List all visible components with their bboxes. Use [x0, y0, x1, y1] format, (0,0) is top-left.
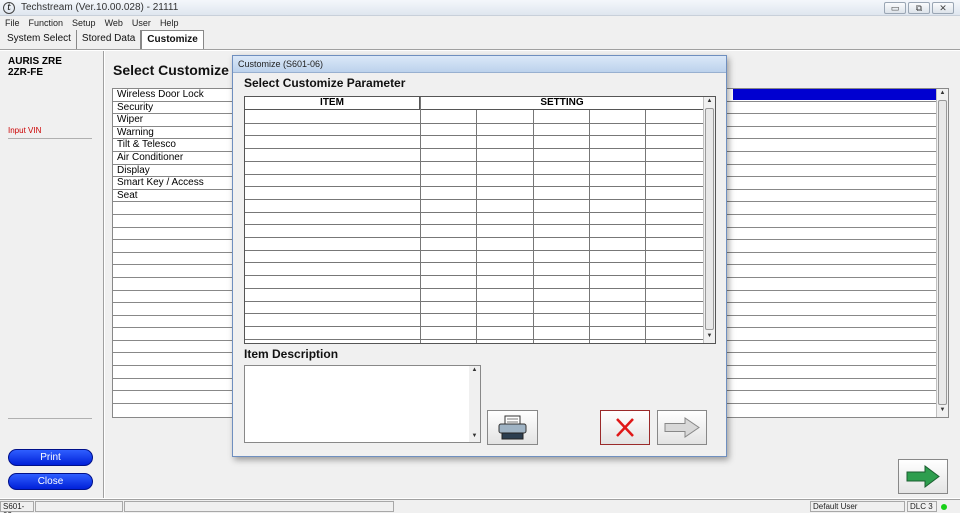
- description-scrollbar[interactable]: ▲ ▼: [469, 366, 480, 442]
- table-row-line: [245, 249, 704, 251]
- divider: [8, 418, 92, 419]
- table-row-line: [245, 148, 704, 150]
- table-row-line: [245, 198, 704, 200]
- table-row-line: [245, 300, 704, 302]
- menu-help[interactable]: Help: [160, 18, 179, 28]
- customize-dialog: Customize (S601-06) Select Customize Par…: [232, 55, 727, 457]
- scroll-down-icon[interactable]: ▼: [704, 333, 715, 339]
- printer-icon: [498, 415, 527, 440]
- selection-highlight: [733, 89, 936, 100]
- menu-user[interactable]: User: [132, 18, 151, 28]
- scroll-up-icon[interactable]: ▲: [937, 90, 948, 96]
- table-row-line: [245, 211, 704, 213]
- menu-function[interactable]: Function: [29, 18, 64, 28]
- table-column-line: [645, 110, 646, 343]
- print-dialog-button[interactable]: [487, 410, 538, 445]
- techstream-logo-icon: t: [3, 1, 15, 14]
- table-row-line: [245, 262, 704, 264]
- table-row-line: [245, 160, 704, 162]
- table-row-line: [245, 338, 704, 340]
- next-button[interactable]: [898, 459, 948, 494]
- table-column-line: [589, 110, 590, 343]
- red-x-icon: [616, 418, 634, 437]
- close-window-button[interactable]: ✕: [932, 2, 954, 14]
- table-row-line: [245, 325, 704, 327]
- table-row-line: [245, 135, 704, 137]
- scroll-down-icon[interactable]: ▼: [469, 433, 480, 439]
- connection-indicator-icon: [941, 504, 947, 510]
- menu-bar: File Function Setup Web User Help: [0, 16, 960, 29]
- table-row-line: [245, 186, 704, 188]
- table-row-line: [245, 122, 704, 124]
- item-description-field[interactable]: ▲ ▼: [244, 365, 481, 443]
- table-column-line: [420, 97, 421, 343]
- list-scrollbar[interactable]: ▲ ▼: [936, 89, 948, 417]
- page-title: Select Customize F: [113, 62, 242, 78]
- table-row-line: [245, 237, 704, 238]
- table-column-line: [533, 110, 534, 343]
- print-button[interactable]: Print: [8, 449, 93, 466]
- table-row-line: [245, 173, 704, 175]
- restore-button[interactable]: ⧉: [908, 2, 930, 14]
- parameter-table: ITEM SETTING ▲ ▼: [244, 96, 716, 344]
- scroll-thumb[interactable]: [705, 108, 714, 330]
- arrow-right-icon: [664, 417, 700, 438]
- item-description-label: Item Description: [244, 347, 339, 361]
- table-row-line: [245, 224, 704, 226]
- vehicle-model: AURIS ZRE: [8, 56, 62, 67]
- connection-status: DLC 3: [907, 501, 937, 512]
- scroll-up-icon[interactable]: ▲: [469, 367, 480, 373]
- user-name: Default User: [810, 501, 905, 512]
- vehicle-info: AURIS ZRE 2ZR-FE: [8, 56, 62, 78]
- table-row-line: [245, 313, 704, 315]
- tab-customize[interactable]: Customize: [141, 30, 204, 49]
- window-title: Techstream (Ver.10.00.028) - 21111: [21, 2, 179, 13]
- left-panel: AURIS ZRE 2ZR-FE Input VIN Print Close: [0, 51, 104, 498]
- column-header-item: ITEM: [245, 97, 420, 110]
- next-dialog-button[interactable]: [657, 410, 707, 445]
- menu-file[interactable]: File: [5, 18, 20, 28]
- table-scrollbar[interactable]: ▲ ▼: [703, 97, 715, 343]
- scroll-thumb[interactable]: [938, 100, 947, 405]
- table-row-line: [245, 287, 704, 289]
- screen-id: S601-03: [0, 501, 34, 513]
- arrow-right-icon: [906, 465, 940, 488]
- input-vin-link[interactable]: Input VIN: [8, 126, 92, 139]
- dialog-title: Customize (S601-06): [233, 56, 726, 73]
- scroll-down-icon[interactable]: ▼: [937, 407, 948, 413]
- status-cell: [124, 501, 394, 512]
- table-row-line: [245, 275, 704, 277]
- tab-system-select[interactable]: System Select: [2, 30, 77, 49]
- minimize-button[interactable]: ▭: [884, 2, 906, 14]
- menu-web[interactable]: Web: [105, 18, 123, 28]
- status-bar: S601-03 Default User DLC 3: [0, 499, 960, 513]
- tab-stored-data[interactable]: Stored Data: [77, 30, 142, 49]
- title-bar: t Techstream (Ver.10.00.028) - 21111 ▭ ⧉…: [0, 0, 960, 16]
- cancel-button[interactable]: [600, 410, 650, 445]
- scroll-up-icon[interactable]: ▲: [704, 98, 715, 104]
- close-button[interactable]: Close: [8, 473, 93, 490]
- menu-setup[interactable]: Setup: [72, 18, 96, 28]
- status-cell: [35, 501, 123, 512]
- vehicle-engine: 2ZR-FE: [8, 67, 43, 78]
- tab-bar: System Select Stored Data Customize: [0, 29, 960, 50]
- column-header-setting: SETTING: [420, 97, 704, 110]
- table-column-line: [476, 110, 477, 343]
- dialog-heading: Select Customize Parameter: [244, 76, 406, 90]
